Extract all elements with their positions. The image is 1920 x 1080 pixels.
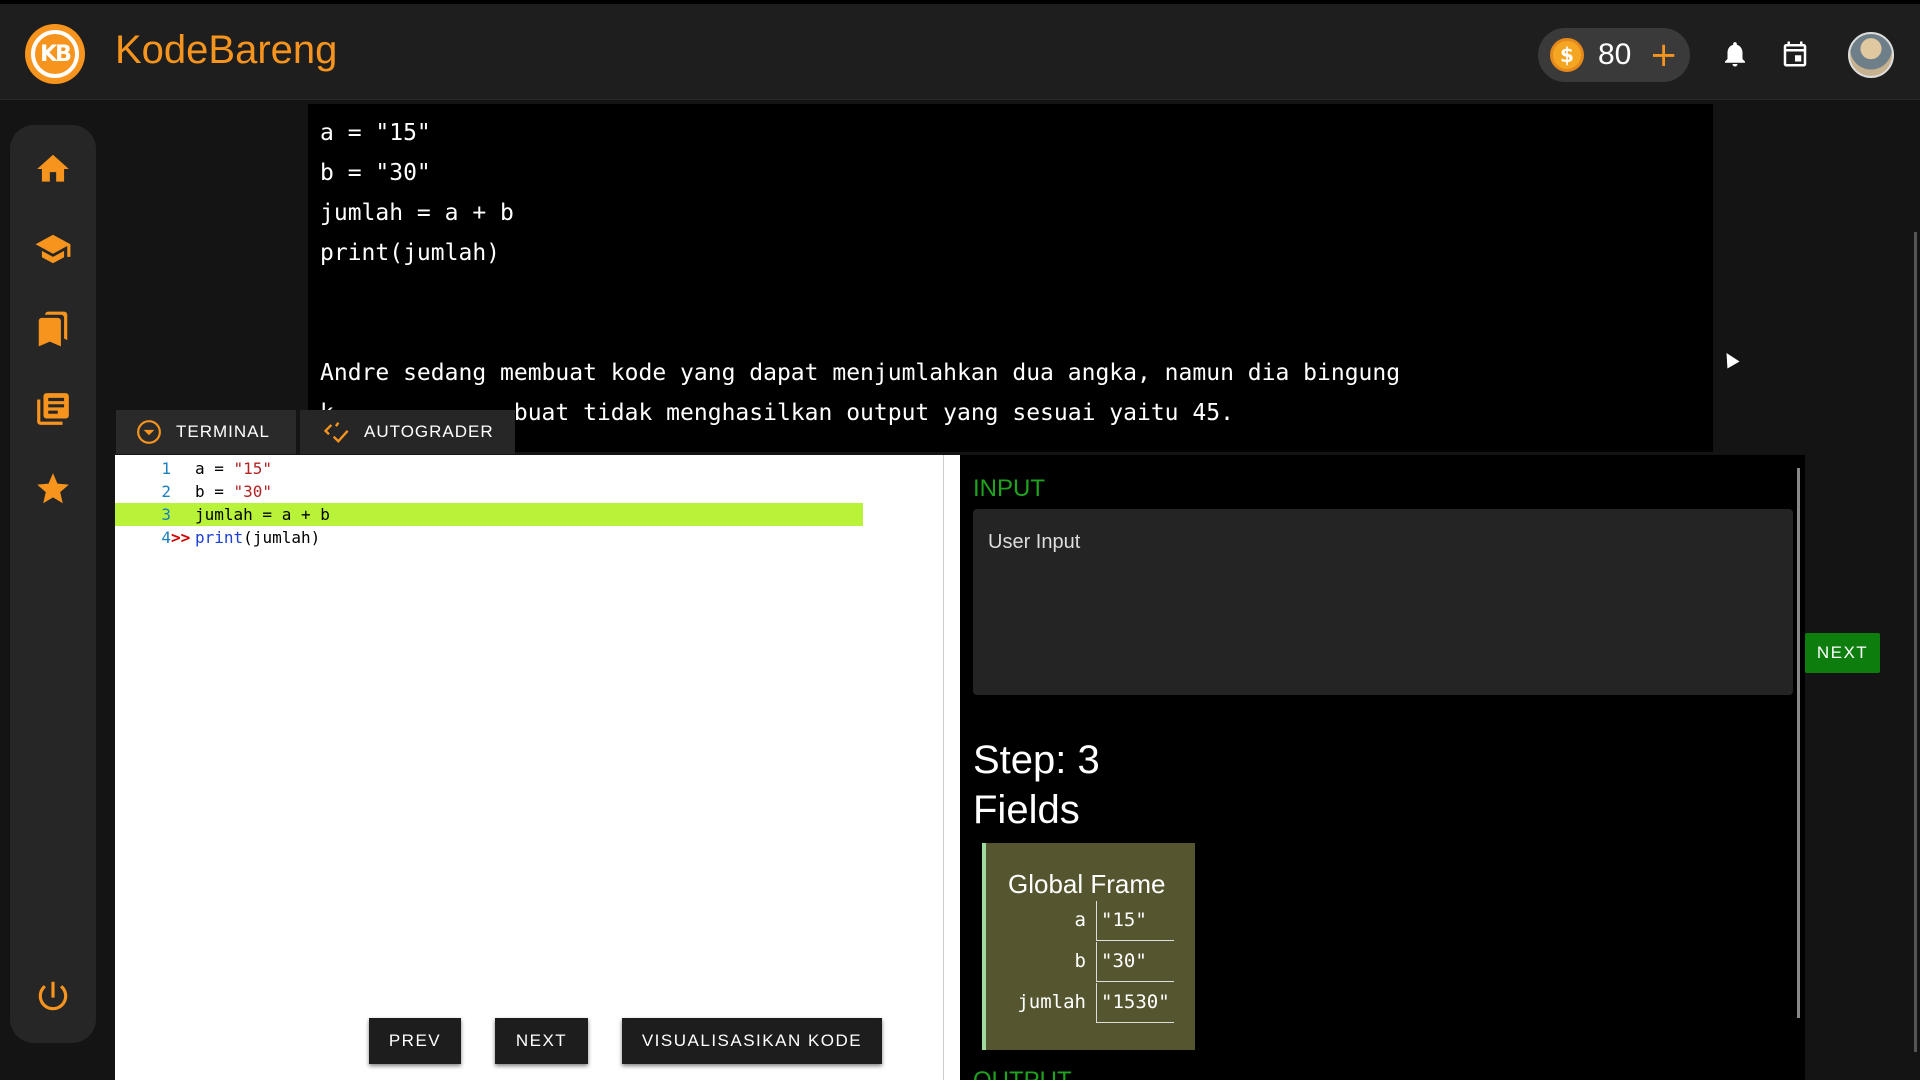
line-number: 3 xyxy=(161,505,171,524)
variable-name: jumlah xyxy=(1017,991,1086,1013)
top-bar: KB KodeBareng $ 80 + xyxy=(0,0,1920,100)
user-input-box xyxy=(973,509,1793,695)
prev-button[interactable]: PREV xyxy=(369,1018,461,1064)
coin-count: 80 xyxy=(1598,38,1632,71)
page-scrollbar[interactable] xyxy=(1914,232,1917,1052)
variable-value: "15" xyxy=(1096,901,1174,941)
desc-line: a = "15" xyxy=(320,120,431,146)
execution-panel: INPUT Step: 3 Fields Global Frame a "15"… xyxy=(960,455,1805,1080)
code-text: b = "30" xyxy=(195,482,273,501)
desc-line: print(jumlah) xyxy=(320,240,501,266)
bookmark-icon[interactable] xyxy=(34,310,72,348)
power-icon[interactable] xyxy=(34,977,72,1015)
variable-name: b xyxy=(1074,950,1086,972)
frame-variable: a "15" xyxy=(986,901,1176,941)
code-text: print(jumlah) xyxy=(195,528,321,547)
global-frame: Global Frame a "15" b "30" jumlah "1530" xyxy=(982,843,1195,1050)
line-number: 4 xyxy=(161,528,171,547)
bell-icon[interactable] xyxy=(1720,38,1750,70)
panel-scrollbar[interactable] xyxy=(1797,468,1800,1018)
frame-title: Global Frame xyxy=(1008,869,1166,899)
problem-description: a = "15" b = "30" jumlah = a + b print(j… xyxy=(308,104,1740,452)
star-icon[interactable] xyxy=(34,470,72,508)
tab-autograder[interactable]: AUTOGRADER xyxy=(300,410,515,454)
code-editor[interactable]: 1 a = "15" 2 b = "30" 3 jumlah = a + b 4… xyxy=(115,455,943,1080)
line-number: 1 xyxy=(161,459,171,478)
frame-variable: b "30" xyxy=(986,942,1176,982)
code-line: 1 a = "15" xyxy=(115,457,863,480)
tab-terminal[interactable]: TERMINAL xyxy=(116,410,296,454)
logo[interactable]: KB xyxy=(25,24,85,84)
visualize-code-button[interactable]: VISUALISASIKAN KODE xyxy=(622,1018,882,1064)
code-line: 4 >> print(jumlah) xyxy=(115,526,863,549)
calendar-icon[interactable] xyxy=(1780,38,1810,70)
course-icon[interactable] xyxy=(34,230,72,268)
chevron-down-circle-icon xyxy=(137,420,161,444)
coin-icon: $ xyxy=(1550,38,1584,72)
editor-divider[interactable] xyxy=(943,455,961,1080)
brand-name[interactable]: KodeBareng xyxy=(115,28,337,73)
code-check-icon xyxy=(323,422,349,444)
avatar[interactable] xyxy=(1848,32,1894,78)
code-text: a = "15" xyxy=(195,459,273,478)
add-coins-button[interactable]: + xyxy=(1649,38,1678,72)
desc-line: b = "30" xyxy=(320,160,431,186)
tab-autograder-label: AUTOGRADER xyxy=(364,422,494,441)
next-button[interactable]: NEXT xyxy=(495,1018,588,1064)
input-label: INPUT xyxy=(973,475,1045,502)
current-line-marker: >> xyxy=(171,528,191,547)
desc-line: Andre sedang membuat kode yang dapat men… xyxy=(320,360,1401,386)
tab-terminal-label: TERMINAL xyxy=(176,422,270,441)
variable-value: "30" xyxy=(1096,942,1174,982)
mouse-cursor xyxy=(1720,349,1740,369)
fields-label: Fields xyxy=(973,788,1080,832)
logo-text: KB xyxy=(31,30,79,78)
user-input-field[interactable] xyxy=(973,509,1793,695)
home-icon[interactable] xyxy=(34,150,72,188)
variable-name: a xyxy=(1074,909,1086,931)
step-heading: Step: 3 Fields xyxy=(973,735,1100,835)
articles-icon[interactable] xyxy=(34,390,72,428)
side-next-button[interactable]: NEXT xyxy=(1805,633,1880,673)
sidebar xyxy=(10,125,96,1043)
code-text: jumlah = a + b xyxy=(195,505,330,524)
code-line: 2 b = "30" xyxy=(115,480,863,503)
coin-balance[interactable]: $ 80 + xyxy=(1538,28,1690,82)
code-line-highlighted: 3 jumlah = a + b xyxy=(115,503,863,526)
step-label: Step: 3 xyxy=(973,738,1100,782)
frame-variable: jumlah "1530" xyxy=(986,983,1176,1023)
variable-value: "1530" xyxy=(1096,983,1174,1023)
line-number: 2 xyxy=(161,482,171,501)
output-label: OUTPUT xyxy=(973,1067,1072,1080)
desc-line: jumlah = a + b xyxy=(320,200,514,226)
